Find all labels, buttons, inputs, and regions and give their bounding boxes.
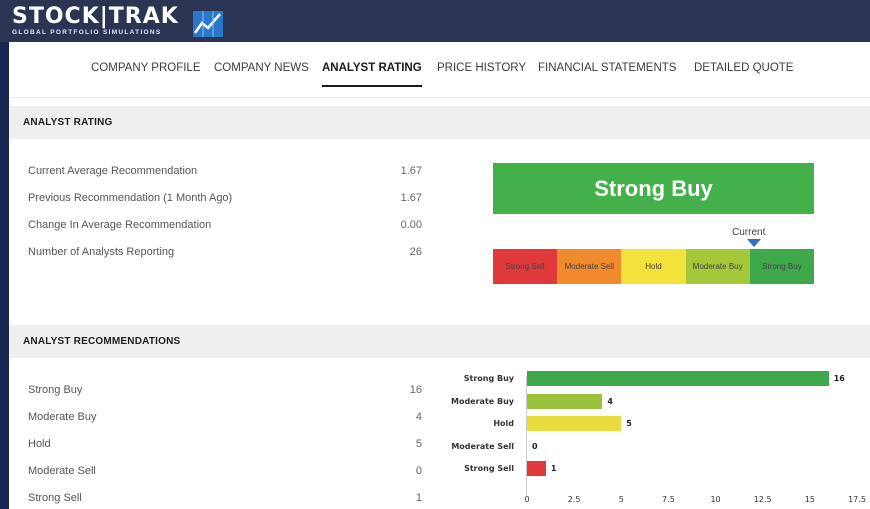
- x-tick-label: 7.5: [662, 495, 675, 504]
- tab-company-profile[interactable]: COMPANY PROFILE: [91, 62, 201, 74]
- bar-value-label: 5: [626, 419, 632, 428]
- bar-value-label: 0: [532, 441, 538, 451]
- bar-category-label: Moderate Buy: [451, 396, 514, 406]
- recommendation-row-value: 0: [415, 465, 422, 477]
- current-marker-icon: [747, 239, 761, 247]
- tab-analyst-rating[interactable]: ANALYST RATING: [322, 62, 422, 74]
- tab-detailed-quote[interactable]: DETAILED QUOTE: [694, 62, 793, 74]
- x-tick-label: 5: [618, 495, 624, 504]
- x-tick-label: 17.5: [848, 495, 866, 504]
- scale-segment: Moderate Buy: [685, 249, 750, 284]
- bar-value-label: 4: [607, 396, 613, 406]
- scale-segment: Strong Buy: [749, 249, 815, 284]
- x-tick-label: 15: [804, 495, 815, 504]
- rating-row-value: 26: [409, 246, 422, 258]
- section-title: ANALYST RATING: [23, 117, 113, 128]
- logo-wordmark: STOCK|TRAK: [12, 4, 179, 29]
- main-panel: COMPANY PROFILE COMPANY NEWS ANALYST RAT…: [9, 42, 870, 509]
- rating-row-value: 0.00: [400, 219, 422, 231]
- recommendation-row-value: 5: [415, 438, 422, 450]
- bar: [527, 461, 546, 476]
- bar-value-label: 1: [550, 464, 557, 473]
- current-marker-label: Current: [732, 227, 766, 238]
- section-title: ANALYST RECOMMENDATIONS: [23, 336, 181, 347]
- recommendation-row-label: Moderate Buy: [28, 411, 97, 423]
- bar-category-label: Strong Buy: [463, 374, 514, 383]
- bar-value-label: 16: [833, 374, 845, 383]
- x-tick-label: 2.5: [567, 495, 581, 504]
- recommendation-row-value: 1: [415, 492, 422, 504]
- recommendation-row-value: 4: [415, 411, 422, 423]
- bar-category-label: Strong Sell: [464, 464, 514, 473]
- tab-financial-statements[interactable]: FINANCIAL STATEMENTS: [538, 62, 676, 74]
- scale-segment: Moderate Sell: [557, 249, 622, 284]
- logo-chart-icon: [193, 11, 223, 37]
- rating-verdict: Strong Buy: [493, 163, 814, 214]
- recommendation-row-label: Strong Buy: [28, 384, 83, 396]
- scale-segment: Hold: [621, 249, 686, 284]
- recommendation-row-label: Hold: [28, 438, 51, 450]
- bar: [527, 371, 829, 386]
- tab-price-history[interactable]: PRICE HISTORY: [437, 62, 526, 74]
- rating-row-label: Change In Average Recommendation: [28, 219, 212, 231]
- logo-tagline: GLOBAL PORTFOLIO SIMULATIONS: [12, 29, 162, 36]
- scale-segment: Strong Sell: [493, 249, 558, 284]
- rating-row-value: 1.67: [400, 165, 422, 177]
- x-tick-label: 12.5: [753, 495, 772, 504]
- recommendation-row-label: Moderate Sell: [28, 465, 96, 477]
- rating-row-value: 1.67: [400, 192, 422, 204]
- bar: [527, 416, 622, 431]
- rating-row-label: Number of Analysts Reporting: [28, 246, 175, 258]
- stocktrak-logo[interactable]: STOCK|TRAK GLOBAL PORTFOLIO SIMULATIONS: [12, 4, 223, 37]
- top-bar: STOCK|TRAK GLOBAL PORTFOLIO SIMULATIONS: [0, 0, 870, 42]
- analyst-recommendations-header: ANALYST RECOMMENDATIONS: [9, 325, 870, 358]
- x-tick-label: 10: [710, 495, 721, 504]
- recommendation-row-value: 16: [409, 384, 422, 396]
- rating-row-label: Current Average Recommendation: [28, 165, 198, 177]
- recommendations-bar-chart: Strong Buy 16 Moderate Buy 4 Hold 5 Moderate S…: [437, 367, 870, 509]
- bar-category-label: Moderate Sell: [451, 441, 514, 451]
- rating-row-label: Previous Recommendation (1 Month Ago): [28, 192, 233, 204]
- rating-scale: Strong Sell Moderate Sell Hold Moderate …: [493, 249, 815, 284]
- x-tick-label: 0: [524, 495, 530, 504]
- tab-bar: COMPANY PROFILE COMPANY NEWS ANALYST RAT…: [9, 42, 870, 98]
- recommendation-row-label: Strong Sell: [28, 492, 82, 504]
- analyst-rating-header: ANALYST RATING: [9, 106, 870, 139]
- active-tab-indicator: [322, 85, 422, 87]
- bar: [527, 393, 603, 409]
- tab-company-news[interactable]: COMPANY NEWS: [214, 62, 309, 74]
- bar-category-label: Hold: [493, 419, 514, 428]
